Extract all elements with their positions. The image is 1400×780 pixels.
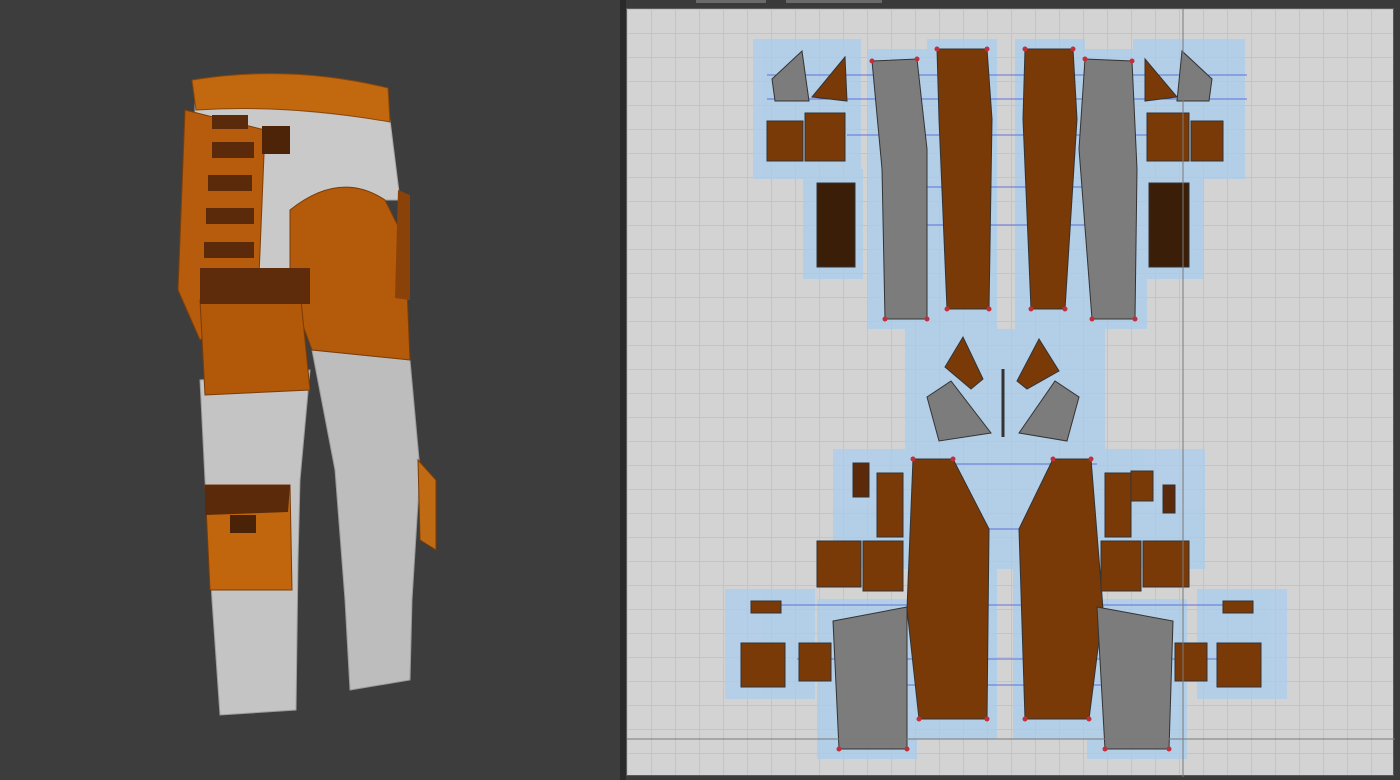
pattern-piece[interactable]	[862, 540, 904, 592]
knee-pocket-tab	[230, 515, 256, 533]
strap-1	[212, 115, 248, 129]
pattern-piece[interactable]	[1162, 484, 1176, 514]
pattern-piece[interactable]	[1216, 642, 1262, 688]
belt-strap	[200, 268, 310, 304]
pattern-piece[interactable]	[832, 606, 908, 750]
pattern-piece[interactable]	[1104, 472, 1132, 538]
side-flap	[262, 126, 290, 154]
pattern-piece[interactable]	[1222, 600, 1254, 614]
right-shin-pocket	[417, 458, 437, 551]
3d-viewport[interactable]	[0, 0, 620, 780]
strap-4	[206, 208, 254, 224]
pattern-piece[interactable]	[1142, 540, 1190, 588]
top-tab-strip	[626, 0, 1400, 8]
pattern-layout[interactable]	[627, 9, 1395, 777]
pattern-piece[interactable]	[766, 120, 804, 162]
pattern-piece[interactable]	[1096, 606, 1174, 750]
right-side-pocket	[395, 190, 410, 300]
pattern-piece[interactable]	[1190, 120, 1224, 162]
pattern-piece[interactable]	[876, 472, 904, 538]
strap-3	[208, 175, 252, 191]
pattern-piece[interactable]	[816, 182, 856, 268]
pattern-piece[interactable]	[1174, 642, 1208, 682]
tab-indicator[interactable]	[786, 0, 882, 3]
pants-3d-model[interactable]	[0, 0, 620, 780]
2d-pattern-window[interactable]	[626, 8, 1395, 777]
pattern-piece[interactable]	[750, 600, 782, 614]
tab-indicator[interactable]	[696, 0, 766, 3]
pattern-piece[interactable]	[936, 48, 993, 310]
pattern-piece[interactable]	[1130, 470, 1154, 502]
right-leg-grey	[311, 349, 421, 691]
pattern-piece[interactable]	[804, 112, 846, 162]
thigh-orange-panel	[199, 289, 311, 396]
pattern-piece[interactable]	[1100, 540, 1142, 592]
pattern-piece[interactable]	[798, 642, 832, 682]
strap-5	[204, 242, 254, 258]
pattern-piece[interactable]	[816, 540, 862, 588]
pattern-piece[interactable]	[740, 642, 786, 688]
pattern-piece[interactable]	[852, 462, 870, 498]
knee-pocket-flap	[205, 485, 290, 515]
strap-2	[212, 142, 254, 158]
